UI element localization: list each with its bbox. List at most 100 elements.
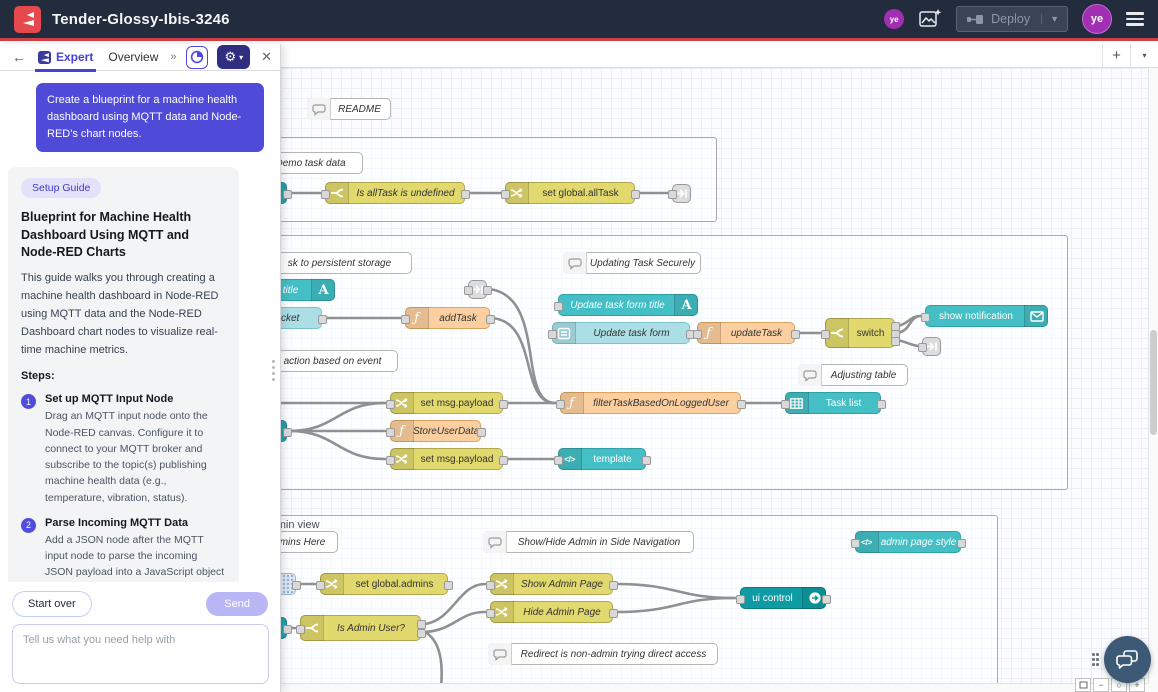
step-number: 2 bbox=[21, 518, 36, 533]
deploy-caret-icon[interactable]: ▼ bbox=[1041, 14, 1067, 24]
node-stub-2[interactable] bbox=[281, 420, 287, 442]
deploy-button[interactable]: Deploy ▼ bbox=[956, 6, 1068, 32]
avatar-user[interactable]: ye bbox=[1082, 4, 1112, 34]
node-storeuserdata[interactable]: ƒStoreUserData bbox=[390, 420, 481, 442]
comment-save-task-storage[interactable]: sk to persistent storage bbox=[281, 252, 412, 274]
node-hide-admin-page[interactable]: Hide Admin Page bbox=[490, 601, 613, 623]
node-show-notification[interactable]: show notification bbox=[925, 305, 1048, 327]
comment-demo-task-data[interactable]: Demo task data bbox=[281, 152, 363, 174]
node-show-admin-page[interactable]: Show Admin Page bbox=[490, 573, 613, 595]
zoom-out-button[interactable]: − bbox=[1093, 678, 1109, 692]
node-task-list[interactable]: Task list bbox=[785, 392, 881, 414]
add-flow-button[interactable]: + bbox=[1102, 44, 1130, 67]
node-label: show notification bbox=[926, 306, 1047, 326]
node-port bbox=[501, 190, 510, 199]
step-title: Parse Incoming MQTT Data bbox=[45, 517, 226, 529]
node-port bbox=[417, 620, 426, 629]
wire[interactable] bbox=[492, 318, 555, 403]
flow-list-button[interactable]: ▾ bbox=[1130, 44, 1158, 67]
node-label: Is allTask is undefined bbox=[326, 183, 464, 203]
wire[interactable] bbox=[289, 403, 385, 431]
node-update-task-form-title[interactable]: AUpdate task form title bbox=[558, 294, 698, 316]
settings-dropdown-button[interactable]: ⚙▾ bbox=[217, 45, 250, 69]
comment-redirect-non-admin[interactable]: Redirect is non-admin trying direct acce… bbox=[488, 643, 718, 665]
node-updatetask[interactable]: ƒupdateTask bbox=[697, 322, 795, 344]
node-label: Is Admin User? bbox=[301, 616, 420, 640]
node-switch[interactable]: switch bbox=[825, 318, 895, 348]
flowfuse-logo[interactable] bbox=[14, 6, 41, 33]
assistant-panel: ← Expert Overview » ⚙▾ bbox=[0, 44, 281, 692]
node-port bbox=[736, 595, 745, 604]
node-ui-control[interactable]: ui control bbox=[740, 587, 826, 609]
node-set-msg-payload-1[interactable]: set msg.payload bbox=[390, 392, 503, 414]
wire[interactable] bbox=[615, 598, 735, 612]
zoom-fit-button[interactable] bbox=[1075, 678, 1091, 692]
usage-pie-button[interactable] bbox=[186, 46, 209, 69]
tab-overview[interactable]: Overview bbox=[105, 44, 161, 71]
tab-expert[interactable]: Expert bbox=[35, 44, 96, 71]
node-inject-stub-1[interactable] bbox=[281, 182, 287, 204]
close-icon[interactable]: ✕ bbox=[261, 49, 272, 65]
back-arrow-icon[interactable]: ← bbox=[12, 49, 26, 65]
node-port bbox=[417, 629, 426, 638]
more-tabs-icon[interactable]: » bbox=[170, 51, 176, 63]
node-port bbox=[318, 315, 327, 324]
comment-show-hide-admin[interactable]: Show/Hide Admin in Side Navigation bbox=[483, 531, 694, 553]
setup-guide-badge: Setup Guide bbox=[21, 178, 101, 198]
send-button[interactable]: Send bbox=[206, 592, 268, 616]
horizontal-scrollbar[interactable] bbox=[281, 683, 1148, 692]
node-set-global-alltask[interactable]: set global.allTask bbox=[505, 182, 635, 204]
node-port bbox=[693, 330, 702, 339]
node-port bbox=[851, 539, 860, 548]
hamburger-icon[interactable] bbox=[1126, 12, 1144, 26]
node-filtertask[interactable]: ƒfilterTaskBasedOnLoggedUser bbox=[560, 392, 741, 414]
node-port bbox=[461, 190, 470, 199]
assistant-input[interactable] bbox=[12, 624, 269, 684]
node-stub-3[interactable] bbox=[281, 617, 287, 639]
comment-adjusting-table[interactable]: Adjusting table bbox=[798, 364, 908, 386]
node-admin-page-style[interactable]: </>admin page style bbox=[855, 531, 961, 553]
node-link-out-1[interactable] bbox=[672, 184, 691, 203]
node-label: Hide Admin Page bbox=[491, 602, 612, 622]
node-port bbox=[292, 581, 301, 590]
wire[interactable] bbox=[289, 431, 385, 459]
panel-resize-grip[interactable] bbox=[272, 360, 275, 381]
comment-action-based-on-event[interactable]: action based on event bbox=[281, 350, 398, 372]
node-is-admin-user[interactable]: Is Admin User? bbox=[300, 615, 421, 641]
node-link-3[interactable] bbox=[922, 337, 941, 356]
node-inject-hatch[interactable] bbox=[281, 573, 296, 595]
node-ui-text-form-title[interactable]: Am title bbox=[281, 279, 335, 301]
start-over-button[interactable]: Start over bbox=[12, 591, 92, 617]
wire[interactable] bbox=[425, 632, 442, 683]
flow-canvas[interactable]: ystemstem Admin viewREADMEDemo task data… bbox=[281, 68, 1148, 683]
node-link-2[interactable] bbox=[468, 280, 487, 299]
drag-handle-dots[interactable] bbox=[1092, 653, 1102, 668]
node-port bbox=[486, 315, 495, 324]
node-update-task-form[interactable]: Update task form bbox=[552, 322, 690, 344]
comment-updating-task-securely[interactable]: Updating Task Securely bbox=[563, 252, 701, 274]
node-label: set msg.payload bbox=[391, 449, 502, 469]
node-port bbox=[609, 609, 618, 618]
node-label: switch bbox=[826, 319, 894, 347]
node-label: Update task form title bbox=[559, 295, 697, 315]
node-ticket[interactable]: icket bbox=[281, 307, 322, 329]
node-addtask[interactable]: ƒaddTask bbox=[405, 307, 490, 329]
node-port bbox=[737, 400, 746, 409]
comment-readme[interactable]: README bbox=[307, 98, 391, 120]
wire[interactable] bbox=[615, 584, 735, 598]
image-sparkle-icon[interactable] bbox=[918, 8, 942, 30]
node-template[interactable]: </>template bbox=[558, 448, 646, 470]
node-port bbox=[781, 400, 790, 409]
vertical-scroll-thumb[interactable] bbox=[1150, 330, 1157, 435]
node-set-msg-payload-2[interactable]: set msg.payload bbox=[390, 448, 503, 470]
vertical-scrollbar[interactable] bbox=[1148, 68, 1158, 683]
avatar-small[interactable]: ye bbox=[884, 9, 904, 29]
flowfuse-logo-mark bbox=[19, 10, 37, 28]
chat-fab-button[interactable] bbox=[1104, 636, 1151, 683]
node-set-global-admins[interactable]: set global.admins bbox=[320, 573, 448, 595]
comment-admins-here[interactable]: mins Here bbox=[281, 531, 338, 553]
node-is-alltask-undefined[interactable]: Is allTask is undefined bbox=[325, 182, 465, 204]
node-port bbox=[957, 539, 966, 548]
wire[interactable] bbox=[897, 340, 918, 346]
app-window: Tender-Glossy-Ibis-3246 ye Deploy ▼ ye bbox=[0, 0, 1158, 692]
